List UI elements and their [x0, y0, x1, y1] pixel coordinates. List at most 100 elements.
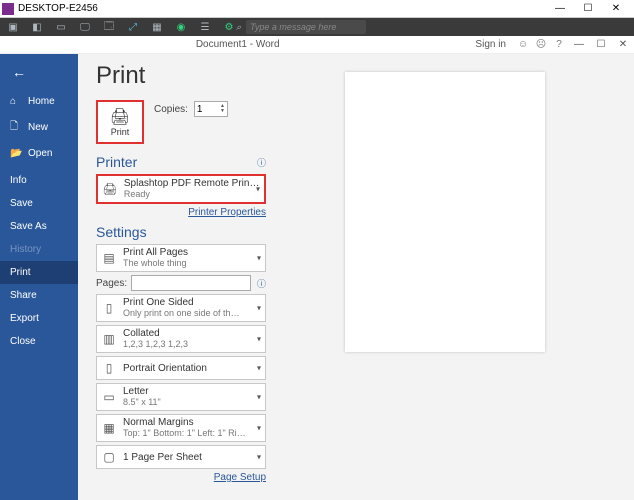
chevron-down-icon: ▾	[257, 254, 261, 263]
window-titlebar: DESKTOP-E2456 — ☐ ✕	[0, 0, 634, 18]
sidebar-item-new[interactable]: 🗋 New	[0, 113, 78, 142]
pages-input[interactable]	[131, 275, 251, 291]
sidebar-item-home[interactable]: ⌂ Home	[0, 90, 78, 113]
tool-icon-5[interactable]: 🗔	[102, 20, 116, 34]
word-close-button[interactable]: ✕	[612, 39, 634, 50]
page-setup-link[interactable]: Page Setup	[96, 472, 266, 483]
sidebar-item-export[interactable]: Export	[0, 307, 78, 330]
copies-wrap: Copies: 1 ▲▼	[154, 100, 228, 118]
back-button[interactable]: ←	[0, 54, 78, 90]
printer-selector[interactable]: 🖨 Splashtop PDF Remote Printer Ready ▾	[96, 174, 266, 204]
tool-icon-8[interactable]: ◉	[174, 20, 188, 34]
setting-collate[interactable]: ▥ Collated 1,2,3 1,2,3 1,2,3 ▾	[96, 325, 266, 353]
document-title: Document1 - Word	[0, 39, 475, 50]
open-icon: 📂	[10, 148, 22, 159]
pages-info-icon[interactable]: ⓘ	[257, 277, 266, 290]
setting-orientation[interactable]: ▯ Portrait Orientation ▾	[96, 356, 266, 380]
paper-icon: ▭	[101, 389, 117, 405]
setting-sides[interactable]: ▯ Print One Sided Only print on one side…	[96, 294, 266, 322]
chevron-down-icon: ▾	[257, 453, 261, 462]
pages-label: Pages:	[96, 278, 127, 289]
sidebar-item-save[interactable]: Save	[0, 192, 78, 215]
sidebar-item-label: Info	[10, 175, 27, 186]
app-icon	[2, 3, 14, 15]
pages-icon: ▤	[101, 250, 117, 266]
print-panel: Print 🖨 Print Copies: 1 ▲▼ Printer ⓘ	[96, 62, 266, 500]
printer-section-heading: Printer ⓘ	[96, 154, 266, 170]
backstage-sidebar: ← ⌂ Home 🗋 New 📂 Open Info Save Save As His…	[0, 54, 78, 500]
message-placeholder: Type a message here	[250, 22, 336, 32]
chevron-down-icon: ▾	[257, 364, 261, 373]
chevron-down-icon: ▾	[256, 185, 260, 194]
sidebar-item-print[interactable]: Print	[0, 261, 78, 284]
printer-icon: 🖨	[110, 107, 130, 127]
word-restore-button[interactable]: ☐	[590, 39, 612, 50]
settings-section-heading: Settings	[96, 224, 266, 240]
sidebar-item-label: Home	[28, 96, 55, 107]
chevron-down-icon: ▾	[257, 335, 261, 344]
margins-icon: ▦	[101, 420, 117, 436]
sidebar-item-history: History	[0, 238, 78, 261]
pps-icon: ▢	[101, 449, 117, 465]
printer-info-icon[interactable]: ⓘ	[257, 156, 266, 169]
face-icon-2[interactable]: ☹	[534, 39, 548, 50]
os-maximize-button[interactable]: ☐	[574, 3, 602, 14]
sidebar-item-label: Share	[10, 290, 37, 301]
sidebar-item-label: Print	[10, 267, 31, 278]
new-icon: 🗋	[10, 119, 22, 136]
tool-icon-3[interactable]: ▭	[54, 20, 68, 34]
printer-properties-link[interactable]: Printer Properties	[96, 207, 266, 218]
remote-toolbar: ▣ ◧ ▭ 🖵 🗔 ⤢ ▦ ◉ ☰ ⚙ Type a message here	[0, 18, 634, 36]
tool-icon-7[interactable]: ▦	[150, 20, 164, 34]
sides-icon: ▯	[101, 300, 117, 316]
printer-name: Splashtop PDF Remote Printer	[124, 178, 260, 189]
sidebar-item-label: New	[28, 122, 48, 133]
os-close-button[interactable]: ✕	[602, 3, 630, 14]
window-title: DESKTOP-E2456	[18, 3, 546, 14]
message-input[interactable]: Type a message here	[246, 20, 366, 34]
collate-icon: ▥	[101, 331, 117, 347]
sidebar-item-close[interactable]: Close	[0, 330, 78, 353]
sidebar-item-save-as[interactable]: Save As	[0, 215, 78, 238]
chevron-down-icon: ▾	[257, 304, 261, 313]
os-minimize-button[interactable]: —	[546, 3, 574, 14]
tool-icon-9[interactable]: ☰	[198, 20, 212, 34]
copies-value: 1	[197, 104, 203, 115]
sign-in-link[interactable]: Sign in	[475, 39, 506, 50]
sidebar-item-label: Export	[10, 313, 39, 324]
setting-print-range[interactable]: ▤ Print All Pages The whole thing ▾	[96, 244, 266, 272]
word-minimize-button[interactable]: —	[568, 39, 590, 50]
preview-page	[345, 72, 545, 352]
face-icon-1[interactable]: ☺	[516, 39, 530, 50]
tool-icon-6[interactable]: ⤢	[126, 20, 140, 34]
print-backstage: Print 🖨 Print Copies: 1 ▲▼ Printer ⓘ	[78, 54, 634, 500]
sidebar-item-label: Open	[28, 148, 52, 159]
sidebar-item-open[interactable]: 📂 Open	[0, 142, 78, 165]
sidebar-item-share[interactable]: Share	[0, 284, 78, 307]
setting-margins[interactable]: ▦ Normal Margins Top: 1" Bottom: 1" Left…	[96, 414, 266, 442]
sidebar-item-label: Save As	[10, 221, 47, 232]
sidebar-item-info[interactable]: Info	[0, 169, 78, 192]
sidebar-item-label: History	[10, 244, 41, 255]
sidebar-item-label: Save	[10, 198, 33, 209]
setting-paper-size[interactable]: ▭ Letter 8.5" x 11" ▾	[96, 383, 266, 411]
tool-icon-4[interactable]: 🖵	[78, 20, 92, 34]
sidebar-item-label: Close	[10, 336, 36, 347]
chevron-down-icon: ▾	[257, 424, 261, 433]
copies-spinner[interactable]: ▲▼	[220, 104, 225, 114]
print-heading: Print	[96, 62, 266, 90]
print-button-label: Print	[111, 127, 130, 137]
orientation-icon: ▯	[101, 360, 117, 376]
help-button[interactable]: ?	[552, 39, 566, 50]
tool-icon-1[interactable]: ▣	[6, 20, 20, 34]
print-button[interactable]: 🖨 Print	[96, 100, 144, 144]
tool-icon-10[interactable]: ⚙	[222, 20, 236, 34]
tool-icon-2[interactable]: ◧	[30, 20, 44, 34]
printer-status-icon: 🖨	[102, 181, 118, 197]
chevron-down-icon: ▾	[257, 393, 261, 402]
home-icon: ⌂	[10, 96, 22, 107]
word-title-bar: Document1 - Word Sign in ☺ ☹ ? — ☐ ✕	[0, 36, 634, 54]
copies-label: Copies:	[154, 104, 188, 115]
setting-pages-per-sheet[interactable]: ▢ 1 Page Per Sheet ▾	[96, 445, 266, 469]
copies-input[interactable]: 1 ▲▼	[194, 101, 228, 117]
